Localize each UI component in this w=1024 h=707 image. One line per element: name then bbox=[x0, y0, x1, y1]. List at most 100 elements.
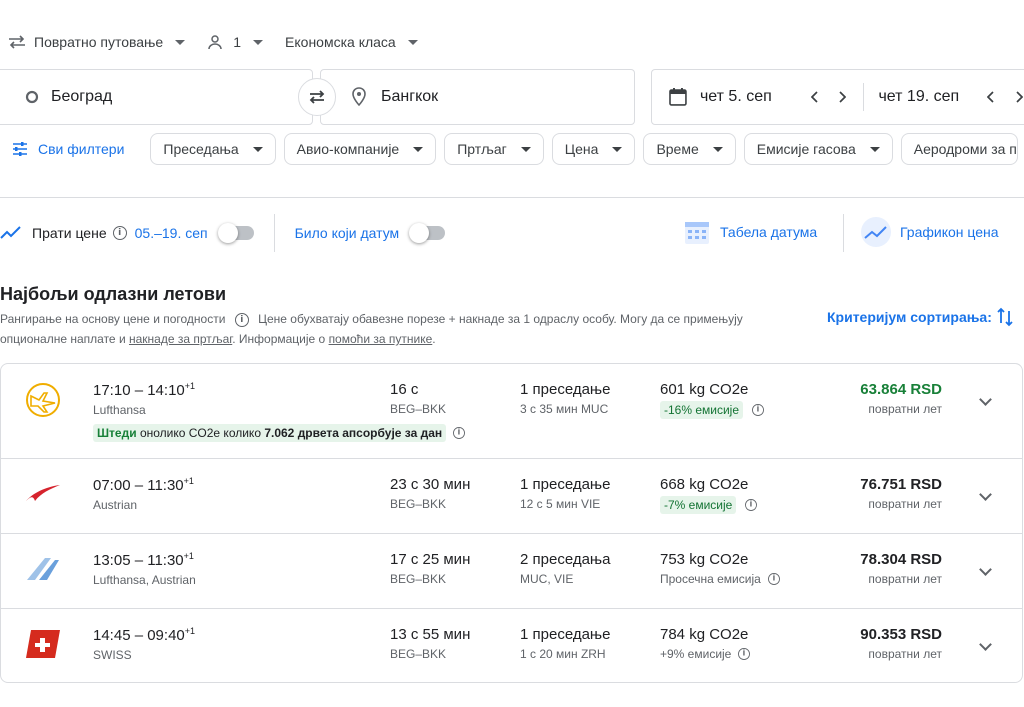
prev-return-date-button[interactable] bbox=[980, 91, 1002, 103]
flight-times: 14:45 – 09:40+1 bbox=[93, 626, 196, 644]
period-text: . bbox=[432, 332, 436, 346]
assistance-text: . Информације о bbox=[232, 332, 329, 346]
eco-trees: 7.062 дрвета апсорбује за дан bbox=[264, 426, 443, 440]
prev-depart-date-button[interactable] bbox=[804, 91, 826, 103]
any-date-toggle[interactable] bbox=[409, 223, 446, 243]
date-field: чет 5. сеп чет 19. сеп bbox=[651, 69, 1024, 125]
flight-times-cell: 14:45 – 09:40+1 SWISS bbox=[93, 626, 195, 662]
flight-row[interactable]: 07:00 – 11:30+1 Austrian 23 с 30 мин BEG… bbox=[1, 459, 1022, 534]
destination-field[interactable]: Бангкок bbox=[320, 69, 635, 125]
trend-icon bbox=[0, 226, 21, 239]
info-icon[interactable]: i bbox=[234, 312, 249, 327]
price-graph-button[interactable]: Графикон цена bbox=[860, 214, 999, 250]
flight-row[interactable]: 14:45 – 09:40+1 SWISS 13 с 55 мин BEG–BK… bbox=[1, 609, 1022, 682]
info-icon[interactable]: i bbox=[745, 499, 758, 511]
flight-times-cell: 07:00 – 11:30+1 Austrian bbox=[93, 476, 194, 512]
filter-price[interactable]: Цена bbox=[551, 133, 636, 165]
filter-emissions[interactable]: Емисије гасова bbox=[743, 133, 893, 165]
bag-fees-link[interactable]: накнаде за пртљаг bbox=[129, 332, 232, 346]
all-filters-button[interactable]: Сви филтери bbox=[0, 141, 124, 157]
co2-amount: 753 kg CO2e bbox=[660, 551, 749, 568]
sort-arrows-icon bbox=[997, 307, 1013, 327]
results-title: Најбољи одлазни летови bbox=[0, 284, 227, 304]
duration-cell: 23 с 30 мин BEG–BKK bbox=[390, 476, 470, 511]
flight-list: 17:10 – 14:10+1 Lufthansa Штеди онолико … bbox=[0, 363, 1023, 683]
expand-chevron-icon[interactable] bbox=[979, 393, 992, 406]
flight-price: 63.864 RSD bbox=[860, 381, 942, 398]
price-cell: 78.304 RSD повратни лет bbox=[860, 551, 942, 586]
flight-row[interactable]: 17:10 – 14:10+1 Lufthansa Штеди онолико … bbox=[1, 364, 1022, 459]
origin-value: Београд bbox=[51, 88, 113, 105]
passenger-assistance-link[interactable]: помоћи за путнике bbox=[329, 332, 433, 346]
emissions-note: +9% емисије bbox=[660, 647, 732, 661]
chevron-down-icon bbox=[252, 146, 263, 152]
chevron-left-icon bbox=[987, 91, 994, 103]
flight-route: BEG–BKK bbox=[390, 647, 447, 661]
flight-duration: 16 с bbox=[390, 381, 419, 398]
co2-amount: 668 kg CO2e bbox=[660, 476, 749, 493]
stops-count: 1 преседање bbox=[520, 626, 611, 643]
co2-amount: 601 kg CO2e bbox=[660, 381, 749, 398]
filter-airlines-label: Авио-компаније bbox=[296, 141, 400, 157]
expand-chevron-icon[interactable] bbox=[979, 488, 992, 501]
duration-cell: 16 с BEG–BKK bbox=[390, 381, 446, 416]
price-graph-icon bbox=[861, 217, 891, 247]
flight-duration: 17 с 25 мин bbox=[390, 551, 471, 568]
filter-times[interactable]: Време bbox=[643, 133, 736, 165]
swap-icon bbox=[309, 90, 325, 104]
stops-cell: 1 преседање 12 с 5 мин VIE bbox=[520, 476, 610, 511]
flight-times-cell: 17:10 – 14:10+1 Lufthansa bbox=[93, 381, 195, 417]
next-depart-date-button[interactable] bbox=[832, 91, 854, 103]
next-return-date-button[interactable] bbox=[1008, 91, 1024, 103]
eco-text: онолико CO2e колико bbox=[139, 426, 265, 440]
filter-airports[interactable]: Аеродроми за п bbox=[900, 133, 1018, 165]
layover-detail: 12 с 5 мин VIE bbox=[520, 497, 601, 511]
chevron-down-icon bbox=[413, 146, 424, 152]
chevron-left-icon bbox=[810, 91, 818, 103]
info-icon[interactable]: i bbox=[453, 427, 466, 439]
expand-chevron-icon[interactable] bbox=[979, 563, 992, 576]
swap-button[interactable] bbox=[298, 78, 336, 116]
depart-date[interactable]: чет 5. сеп bbox=[700, 88, 800, 106]
flight-row[interactable]: 13:05 – 11:30+1 Lufthansa, Austrian 17 с… bbox=[1, 534, 1022, 609]
track-prices-toggle[interactable] bbox=[217, 223, 254, 243]
co2-amount: 784 kg CO2e bbox=[660, 626, 749, 643]
flight-duration: 23 с 30 мин bbox=[390, 476, 471, 493]
duration-cell: 17 с 25 мин BEG–BKK bbox=[390, 551, 470, 586]
trip-type-select[interactable]: Повратно путовање bbox=[8, 34, 186, 50]
info-icon[interactable]: i bbox=[738, 648, 751, 660]
sort-label: Критеријум сортирања: bbox=[827, 309, 992, 325]
airline-name: Lufthansa bbox=[93, 403, 146, 417]
origin-circle-icon bbox=[25, 90, 39, 104]
price-note: повратни лет bbox=[868, 497, 942, 511]
cabin-class-select[interactable]: Економска класа bbox=[285, 34, 418, 50]
filter-bags[interactable]: Пртљаг bbox=[444, 133, 544, 165]
eco-save-label: Штеди bbox=[97, 426, 140, 440]
price-note: Цене обухватају обавезне порезе + накнад… bbox=[258, 312, 743, 326]
person-icon bbox=[208, 35, 222, 50]
location-pin-icon bbox=[352, 87, 366, 107]
info-icon[interactable]: i bbox=[752, 404, 764, 416]
date-grid-label: Табела датума bbox=[720, 224, 818, 240]
trip-options-bar: Повратно путовање 1 Економска класа bbox=[0, 28, 440, 56]
trip-type-label: Повратно путовање bbox=[34, 34, 164, 50]
origin-field[interactable]: Београд bbox=[0, 69, 313, 125]
sort-button[interactable]: Критеријум сортирања: bbox=[827, 306, 1014, 328]
date-grid-button[interactable]: Табела датума bbox=[684, 214, 817, 250]
cabin-class-label: Економска класа bbox=[285, 34, 396, 50]
expand-chevron-icon[interactable] bbox=[979, 638, 992, 651]
info-icon[interactable]: i bbox=[767, 573, 780, 585]
layover-detail: 3 с 35 мин MUC bbox=[520, 402, 609, 416]
filter-stops[interactable]: Преседања bbox=[150, 133, 276, 165]
return-date[interactable]: чет 19. сеп bbox=[878, 88, 978, 106]
eco-badge: Штеди онолико CO2e колико 7.062 дрвета а… bbox=[93, 424, 466, 442]
calendar-icon bbox=[669, 88, 687, 106]
chevron-right-icon bbox=[1016, 91, 1023, 103]
filter-airlines[interactable]: Авио-компаније bbox=[283, 133, 437, 165]
filter-airports-label: Аеродроми за п bbox=[913, 141, 1017, 157]
tracking-divider bbox=[273, 214, 275, 252]
info-icon[interactable]: i bbox=[112, 226, 127, 240]
passengers-select[interactable]: 1 bbox=[207, 34, 264, 50]
airline-name: Lufthansa, Austrian bbox=[93, 573, 196, 587]
all-filters-label: Сви филтери bbox=[38, 141, 125, 157]
